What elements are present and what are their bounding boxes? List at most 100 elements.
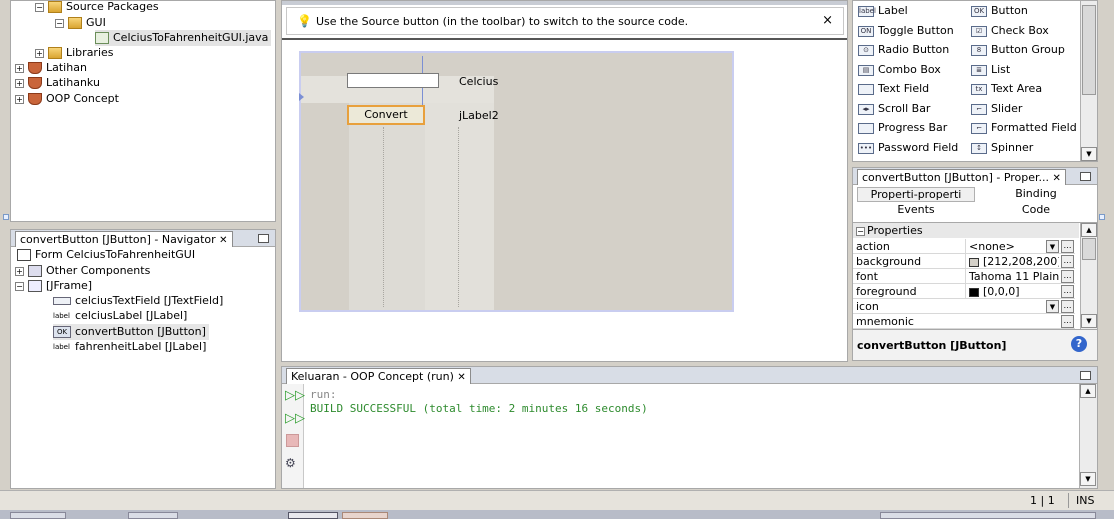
expand-icon[interactable]: + [15,78,24,88]
taskbar-button[interactable] [128,512,178,519]
palette-scroll-bar[interactable]: ◂▸ Scroll Bar [858,99,930,118]
expand-icon[interactable]: + [15,63,24,73]
settings-icon[interactable]: ⚙ [285,456,296,470]
scroll-up-icon[interactable]: ▲ [1080,384,1096,398]
nav-item-celcius-label[interactable]: label celciusLabel [JLabel] [53,308,187,324]
property-row-background[interactable]: background [212,208,200] … [853,254,1075,269]
splitter-handle[interactable] [1099,214,1105,220]
palette-toggle-button[interactable]: ON Toggle Button [858,21,954,40]
scroll-thumb[interactable] [1082,5,1096,95]
scroll-down-icon[interactable]: ▼ [1080,472,1096,486]
output-tab[interactable]: Keluaran - OOP Concept (run) ✕ [286,368,471,384]
output-scrollbar[interactable]: ▲ ▼ [1079,384,1097,488]
nav-item-form[interactable]: Form CelciusToFahrenheitGUI [17,247,195,263]
close-hint-icon[interactable]: × [822,13,833,28]
expand-icon[interactable]: + [15,266,24,276]
expand-icon[interactable]: + [15,94,24,104]
tree-item-libraries[interactable]: + Libraries [35,45,114,61]
more-icon[interactable]: … [1061,255,1074,268]
guide-line [383,127,384,307]
tree-item-latihanku[interactable]: + Latihanku [15,75,100,91]
celcius-label[interactable]: Celcius [459,75,498,88]
properties-tab[interactable]: convertButton [JButton] - Proper... ✕ [857,169,1066,185]
palette-check-box[interactable]: ☑ Check Box [971,21,1049,40]
palette-radio-button[interactable]: ⊙ Radio Button [858,40,949,59]
nav-item-fahrenheit-label[interactable]: label fahrenheitLabel [JLabel] [53,339,206,355]
property-row-font[interactable]: font Tahoma 11 Plain … [853,269,1075,284]
color-swatch [969,257,979,267]
property-row-action[interactable]: action <none> ▼ … [853,239,1075,254]
collapse-icon[interactable]: − [35,2,44,12]
more-icon[interactable]: … [1061,300,1074,313]
rerun-icon[interactable]: ▷▷ [285,388,305,403]
taskbar-button[interactable] [342,512,388,519]
more-icon[interactable]: … [1061,240,1074,253]
minimize-icon[interactable] [258,234,269,243]
scroll-thumb[interactable] [1082,238,1096,260]
scroll-down-icon[interactable]: ▼ [1081,147,1097,161]
navigator-tab[interactable]: convertButton [JButton] - Navigator ✕ [15,231,233,247]
fahrenheit-label[interactable]: jLabel2 [459,109,499,122]
collapse-icon[interactable]: − [55,18,64,28]
palette-button[interactable]: OK Button [971,1,1028,20]
nav-item-celcius-textfield[interactable]: celciusTextField [JTextField] [53,293,223,309]
minimize-icon[interactable] [1080,371,1091,380]
splitter-handle[interactable] [3,214,9,220]
property-row-foreground[interactable]: foreground [0,0,0] … [853,284,1075,299]
nav-item-jframe[interactable]: − [JFrame] [15,278,92,294]
palette-progress-bar[interactable]: Progress Bar [858,118,947,137]
tree-item-java-file[interactable]: CelciusToFahrenheitGUI.java [95,30,272,46]
scroll-up-icon[interactable]: ▲ [1081,223,1097,237]
palette-text-field[interactable]: Text Field [858,79,929,98]
tree-item-latihan[interactable]: + Latihan [15,60,87,76]
tree-item-gui[interactable]: − GUI [55,15,106,31]
more-icon[interactable]: … [1061,315,1074,328]
palette-text-area[interactable]: tx Text Area [971,79,1042,98]
celcius-textfield[interactable] [347,73,439,88]
palette-label[interactable]: label Label [858,1,908,20]
help-icon[interactable]: ? [1071,336,1087,352]
stop-icon[interactable] [286,434,299,447]
tab-events[interactable]: Events [857,203,975,218]
tab-binding[interactable]: Binding [977,187,1095,202]
minimize-icon[interactable] [1080,172,1091,181]
dropdown-icon[interactable]: ▼ [1046,240,1059,253]
close-icon[interactable]: ✕ [219,235,227,246]
palette-button-group[interactable]: 8 Button Group [971,40,1065,59]
palette-password-field[interactable]: ••• Password Field [858,138,958,157]
close-icon[interactable]: ✕ [457,372,465,383]
collapse-icon[interactable]: − [856,226,865,236]
close-icon[interactable]: ✕ [1053,173,1061,184]
tab-code[interactable]: Code [977,203,1095,218]
scroll-down-icon[interactable]: ▼ [1081,314,1097,328]
taskbar-button[interactable] [288,512,338,519]
collapse-icon[interactable]: − [15,281,24,291]
tab-properti[interactable]: Properti-properti [857,187,975,202]
text-field-icon [858,83,874,95]
properties-scrollbar[interactable]: ▲ ▼ [1080,223,1097,329]
properties-section-header[interactable]: − Properties [853,223,1079,238]
property-row-mnemonic[interactable]: mnemonic … [853,314,1075,329]
palette-list[interactable]: ≣ List [971,60,1010,79]
palette-formatted-field[interactable]: ⌐ Formatted Field [971,118,1077,137]
nav-item-other-components[interactable]: + Other Components [15,263,150,279]
more-icon[interactable]: … [1061,270,1074,283]
rerun-with-params-icon[interactable]: ▷▷ [285,411,305,426]
form-icon [17,249,31,261]
taskbar-button[interactable] [10,512,66,519]
palette-slider[interactable]: ⌐ Slider [971,99,1022,118]
lightbulb-icon: 💡 [297,14,312,28]
dropdown-icon[interactable]: ▼ [1046,300,1059,313]
more-icon[interactable]: … [1061,285,1074,298]
tree-item-source-packages[interactable]: − Source Packages [35,0,159,15]
nav-item-convert-button[interactable]: OK convertButton [JButton] [53,324,209,340]
palette-combo-box[interactable]: ▤ Combo Box [858,60,941,79]
palette-spinner[interactable]: ↕ Spinner [971,138,1033,157]
palette-scrollbar[interactable]: ▼ [1080,1,1097,161]
property-row-icon[interactable]: icon ▼ … [853,299,1075,314]
expand-icon[interactable]: + [35,48,44,58]
resize-handle-icon[interactable] [299,93,304,101]
tree-item-oop-concept[interactable]: + OOP Concept [15,91,119,107]
frame-icon [28,280,42,292]
convert-button[interactable]: Convert [347,105,425,125]
